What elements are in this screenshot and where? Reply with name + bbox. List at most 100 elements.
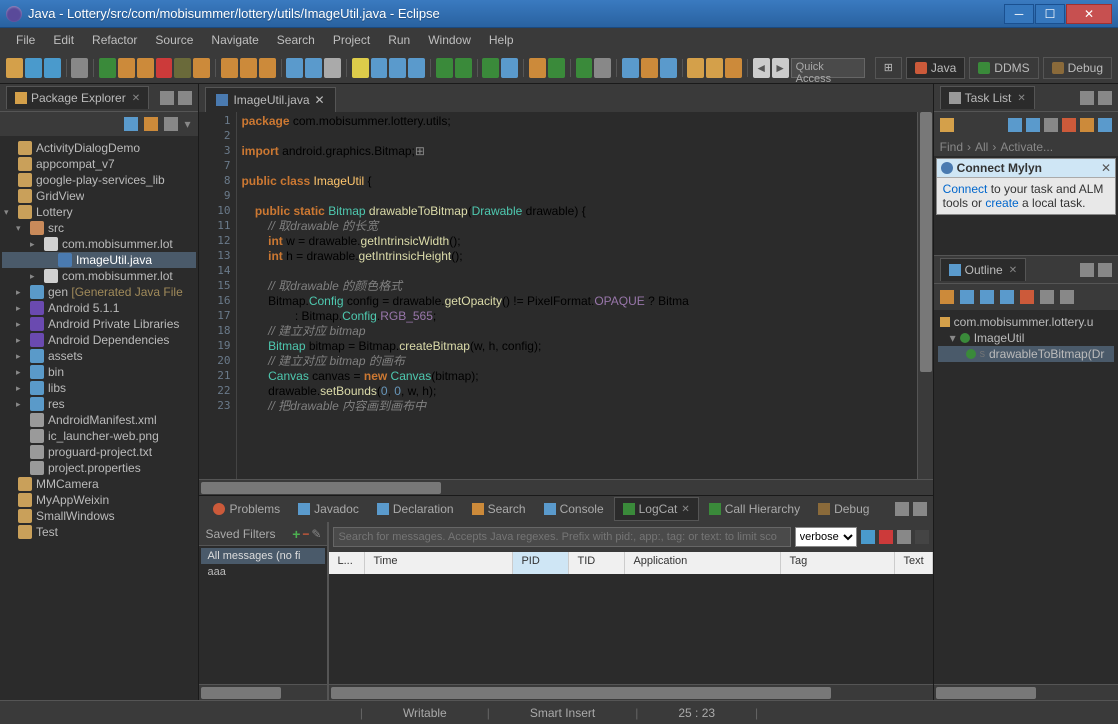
collapse-all-icon[interactable] [124,117,138,131]
step-into-icon[interactable] [193,58,210,78]
maximize-view-icon[interactable] [178,91,192,105]
sort-icon[interactable] [940,290,954,304]
run-icon[interactable] [99,58,116,78]
maximize-view-icon[interactable] [913,502,927,516]
search2-icon[interactable] [641,58,658,78]
tab-console[interactable]: Console [536,498,612,520]
outline-method[interactable]: S drawableToBitmap(Dr [938,346,1114,362]
tree-item[interactable]: SmallWindows [2,508,196,524]
stop-icon[interactable] [156,58,173,78]
hide-static-icon[interactable] [980,290,994,304]
tab-problems[interactable]: Problems [205,498,288,520]
outline-hscroll[interactable] [934,684,1118,700]
menu-search[interactable]: Search [269,30,323,50]
resource-icon[interactable] [389,58,406,78]
task-all[interactable]: All [975,140,988,154]
minimize-view-icon[interactable] [1080,263,1094,277]
schedule-icon[interactable] [1026,118,1040,132]
maximize-button[interactable]: ☐ [1035,4,1065,24]
menu-file[interactable]: File [8,30,43,50]
tree-item[interactable]: AndroidManifest.xml [2,412,196,428]
print-icon[interactable] [71,58,88,78]
minimize-view-icon[interactable] [160,91,174,105]
close-icon[interactable]: ✕ [1101,161,1111,175]
menu-navigate[interactable]: Navigate [203,30,266,50]
filter-aaa[interactable]: aaa [201,564,325,580]
task-activate[interactable]: Activate... [1000,140,1053,154]
open-type-icon[interactable] [622,58,639,78]
col-time[interactable]: Time [365,552,513,574]
scroll-lock-icon[interactable] [897,530,911,544]
remove-filter-icon[interactable]: − [302,527,309,541]
focus-icon[interactable] [1044,118,1058,132]
sdk-icon[interactable] [305,58,322,78]
avd-icon[interactable] [324,58,341,78]
step-over-icon[interactable] [221,58,238,78]
open-perspective-button[interactable]: ⊞ [875,57,902,79]
tab-logcat[interactable]: LogCat✕ [614,497,699,521]
view-menu-icon[interactable] [164,117,178,131]
layout-icon[interactable] [408,58,425,78]
maximize-view-icon[interactable] [1098,263,1112,277]
menu-window[interactable]: Window [420,30,479,50]
folder-icon[interactable] [687,58,704,78]
close-icon[interactable]: ✕ [1017,93,1025,104]
quick-access[interactable]: Quick Access [791,58,865,78]
mylyn-create-link[interactable]: create [985,196,1018,210]
perspective-java[interactable]: Java [906,57,965,79]
hide-nonpublic-icon[interactable] [1000,290,1014,304]
outline-package[interactable]: com.mobisummer.lottery.u [938,314,1114,330]
filter-all-messages[interactable]: All messages (no fi [201,548,325,564]
col-tid[interactable]: TID [569,552,625,574]
tree-item[interactable]: MyAppWeixin [2,492,196,508]
tab-debug[interactable]: Debug [810,498,877,520]
task-list-tab[interactable]: Task List ✕ [940,86,1035,109]
tab-call-hierarchy[interactable]: Call Hierarchy [701,498,808,520]
tree-item[interactable]: ▸Android 5.1.1 [2,300,196,316]
tree-item[interactable]: Test [2,524,196,540]
tree-item[interactable]: ▸gen [Generated Java File [2,284,196,300]
col-level[interactable]: L... [329,552,365,574]
editor-tab-imageutil[interactable]: ImageUtil.java ✕ [205,87,335,112]
hide-local-icon[interactable] [1020,290,1034,304]
menu-edit[interactable]: Edit [45,30,82,50]
editor-vscroll[interactable] [917,112,933,479]
filter-icon[interactable] [1098,118,1112,132]
new-icon[interactable] [6,58,23,78]
maximize-view-icon[interactable] [1098,91,1112,105]
tree-item[interactable]: ▾src [2,220,196,236]
forward-icon[interactable]: ► [772,58,789,78]
focus2-icon[interactable] [1040,290,1054,304]
menu-run[interactable]: Run [380,30,418,50]
tree-item[interactable]: ▸Android Private Libraries [2,316,196,332]
logcat-search-input[interactable] [333,527,790,547]
tab-declaration[interactable]: Declaration [369,498,462,520]
col-pid[interactable]: PID [513,552,569,574]
dropdown-icon[interactable]: ▾ [184,117,190,131]
categorize-icon[interactable] [1008,118,1022,132]
outline-tab[interactable]: Outline ✕ [940,258,1026,281]
close-icon[interactable]: ✕ [315,93,325,107]
menu-project[interactable]: Project [325,30,378,50]
minimize-view-icon[interactable] [1080,91,1094,105]
drop-frame-icon[interactable] [259,58,276,78]
folder2-icon[interactable] [706,58,723,78]
step-return-icon[interactable] [240,58,257,78]
close-icon[interactable]: ✕ [132,93,140,104]
lint-icon[interactable] [352,58,369,78]
perspective-debug[interactable]: Debug [1043,57,1112,79]
tree-item[interactable]: ▸assets [2,348,196,364]
sync-icon[interactable] [1062,118,1076,132]
mark-icon[interactable] [660,58,677,78]
link2-icon[interactable] [1060,290,1074,304]
disconnect-icon[interactable] [174,58,191,78]
logcat-hscroll[interactable] [329,684,932,700]
run3-icon[interactable] [576,58,593,78]
tree-item[interactable]: ▸Android Dependencies [2,332,196,348]
manifest-icon[interactable] [371,58,388,78]
tree-item[interactable]: ▸com.mobisummer.lot [2,268,196,284]
back-icon[interactable]: ◄ [753,58,770,78]
link-editor-icon[interactable] [144,117,158,131]
tree-item[interactable]: appcompat_v7 [2,156,196,172]
clear-log-icon[interactable] [879,530,893,544]
